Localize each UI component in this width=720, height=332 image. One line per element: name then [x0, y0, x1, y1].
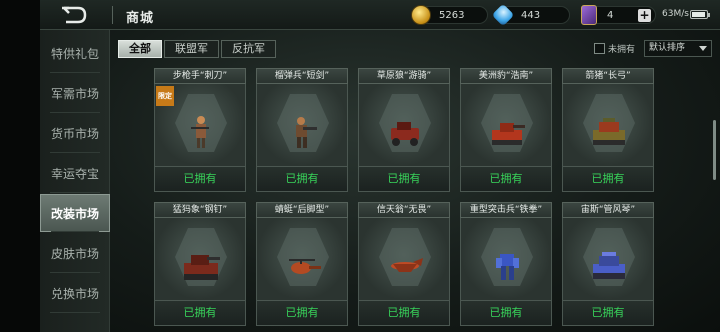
sidebar-item-skin-market[interactable]: 皮肤市场 — [40, 234, 110, 273]
item-preview — [256, 218, 348, 300]
tab-alliance[interactable]: 联盟军 — [164, 40, 219, 58]
battery-icon — [690, 10, 710, 19]
zeus-tank-icon — [593, 252, 625, 279]
sidebar-item-special-packs[interactable]: 特供礼包 — [40, 34, 110, 73]
gem-amount: 443 — [521, 9, 541, 21]
back-button[interactable] — [56, 2, 92, 28]
item-name: 宙斯“管风琴” — [562, 202, 654, 218]
sidebar: 特供礼包 军需市场 货币市场 幸运夺宝 改装市场 皮肤市场 兑换市场 — [40, 30, 110, 332]
rifleman-icon — [191, 116, 209, 148]
ticket-amount: 4 — [607, 9, 614, 21]
item-preview — [460, 218, 552, 300]
item-name: 蜻蜓“后脚型” — [256, 202, 348, 218]
chevron-down-icon — [699, 46, 707, 51]
grenadier-icon — [296, 117, 317, 148]
item-preview — [154, 218, 246, 300]
albatross-plane-icon — [391, 258, 423, 272]
back-icon — [62, 6, 87, 24]
owned-status: 已拥有 — [562, 166, 654, 192]
network-speed: 63M/s — [662, 9, 689, 19]
owned-status: 已拥有 — [562, 300, 654, 326]
item-name: 箭猪“长弓” — [562, 68, 654, 84]
heavy-trooper-icon — [496, 254, 519, 280]
item-card[interactable]: 蜻蜓“后脚型” 已拥有 — [256, 202, 348, 326]
gold-coin-icon — [411, 5, 431, 25]
add-ticket-button[interactable]: + — [638, 9, 651, 22]
faction-tabs: 全部 联盟军 反抗军 — [118, 40, 278, 58]
item-name: 重型突击兵“铁拳” — [460, 202, 552, 218]
gold-balance[interactable]: 5263 — [411, 5, 488, 25]
battery-fill — [692, 12, 705, 17]
owned-status: 已拥有 — [460, 166, 552, 192]
dragonfly-heli-icon — [289, 259, 321, 274]
item-name: 榴弹兵“短剑” — [256, 68, 348, 84]
item-preview — [460, 84, 552, 166]
item-card[interactable]: 美洲豹“浩南” 已拥有 — [460, 68, 552, 192]
item-card[interactable]: 榴弹兵“短剑” 已拥有 — [256, 68, 348, 192]
owned-status: 已拥有 — [154, 166, 246, 192]
item-preview — [358, 84, 450, 166]
sidebar-item-lucky-draw[interactable]: 幸运夺宝 — [40, 154, 110, 193]
wolf-vehicle-icon — [391, 122, 419, 146]
owned-status: 已拥有 — [256, 300, 348, 326]
item-name: 信天翁“无畏” — [358, 202, 450, 218]
item-card[interactable]: 宙斯“管风琴” 已拥有 — [562, 202, 654, 326]
item-preview — [358, 218, 450, 300]
ticket-icon — [581, 5, 597, 25]
gold-amount: 5263 — [439, 9, 465, 21]
page-title: 商城 — [126, 11, 155, 26]
item-grid: 步枪手“刺刀” 限定 已拥有 榴弹兵“短剑” 已拥有 草原狼“游骑” 已拥有 美… — [154, 68, 714, 332]
checkbox[interactable] — [594, 43, 605, 54]
tab-all[interactable]: 全部 — [118, 40, 162, 58]
owned-status: 已拥有 — [256, 166, 348, 192]
owned-status: 已拥有 — [154, 300, 246, 326]
ticket-balance[interactable]: 4 + — [581, 5, 656, 25]
gem-balance[interactable]: 443 — [491, 3, 570, 27]
sidebar-item-exchange-market[interactable]: 兑换市场 — [40, 274, 110, 313]
item-card[interactable]: 猛犸象“钢钉” 已拥有 — [154, 202, 246, 326]
owned-status: 已拥有 — [358, 300, 450, 326]
item-name: 步枪手“刺刀” — [154, 68, 246, 84]
sort-label: 默认排序 — [649, 43, 686, 53]
item-name: 猛犸象“钢钉” — [154, 202, 246, 218]
screen-bezel — [0, 0, 40, 332]
mammoth-tank-icon — [184, 255, 220, 280]
sort-dropdown[interactable]: 默认排序 — [644, 40, 712, 57]
item-card[interactable]: 信天翁“无畏” 已拥有 — [358, 202, 450, 326]
item-name: 草原狼“游骑” — [358, 68, 450, 84]
not-owned-filter[interactable]: 未拥有 — [594, 42, 635, 55]
not-owned-label: 未拥有 — [608, 45, 636, 55]
porcupine-tank-icon — [593, 118, 625, 145]
limited-badge: 限定 — [156, 86, 174, 106]
jaguar-tank-icon — [492, 123, 525, 145]
item-card[interactable]: 箭猪“长弓” 已拥有 — [562, 68, 654, 192]
item-card[interactable]: 步枪手“刺刀” 限定 已拥有 — [154, 68, 246, 192]
item-name: 美洲豹“浩南” — [460, 68, 552, 84]
item-card[interactable]: 重型突击兵“铁拳” 已拥有 — [460, 202, 552, 326]
title-separator — [112, 6, 113, 24]
sidebar-item-currency-market[interactable]: 货币市场 — [40, 114, 110, 153]
sidebar-item-mod-market[interactable]: 改装市场 — [40, 194, 110, 232]
sidebar-item-supply-market[interactable]: 军需市场 — [40, 74, 110, 113]
item-preview — [562, 84, 654, 166]
item-preview — [256, 84, 348, 166]
item-preview — [562, 218, 654, 300]
item-card[interactable]: 草原狼“游骑” 已拥有 — [358, 68, 450, 192]
scrollbar[interactable] — [713, 120, 716, 180]
owned-status: 已拥有 — [460, 300, 552, 326]
owned-status: 已拥有 — [358, 166, 450, 192]
tab-rebel[interactable]: 反抗军 — [221, 40, 276, 58]
